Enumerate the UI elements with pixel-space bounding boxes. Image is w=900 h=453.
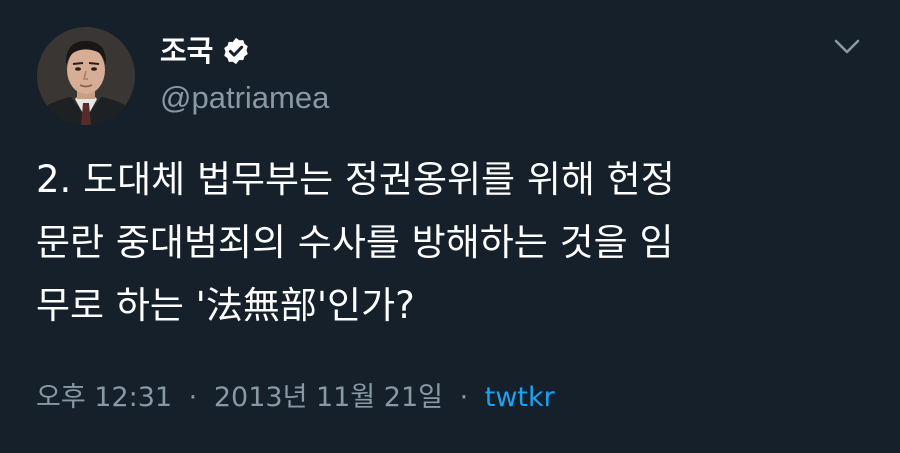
tweet-card: 조국 @patriamea 2. 도대체 법무부는 정권옹위를 위해 헌정 문란… [0,0,900,453]
tweet-time[interactable]: 오후 12:31 [36,382,172,413]
name-row: 조국 [160,32,251,70]
meta-separator: · [459,382,469,413]
tweet-source-link[interactable]: twtkr [485,382,555,413]
meta-separator: · [188,382,198,413]
verified-badge-icon [224,37,249,65]
display-name[interactable]: 조국 [160,32,213,70]
tweet-text: 2. 도대체 법무부는 정권옹위를 위해 헌정 문란 중대범죄의 수사를 방해하… [36,158,675,327]
tweet-meta: 오후 12:31 · 2013년 11월 21일 · twtkr [36,380,555,416]
user-handle[interactable]: @patriamea [160,80,329,116]
tweet-date[interactable]: 2013년 11월 21일 [214,382,443,413]
avatar[interactable] [37,27,135,125]
avatar-portrait [37,27,135,125]
chevron-down-icon[interactable] [833,37,861,57]
